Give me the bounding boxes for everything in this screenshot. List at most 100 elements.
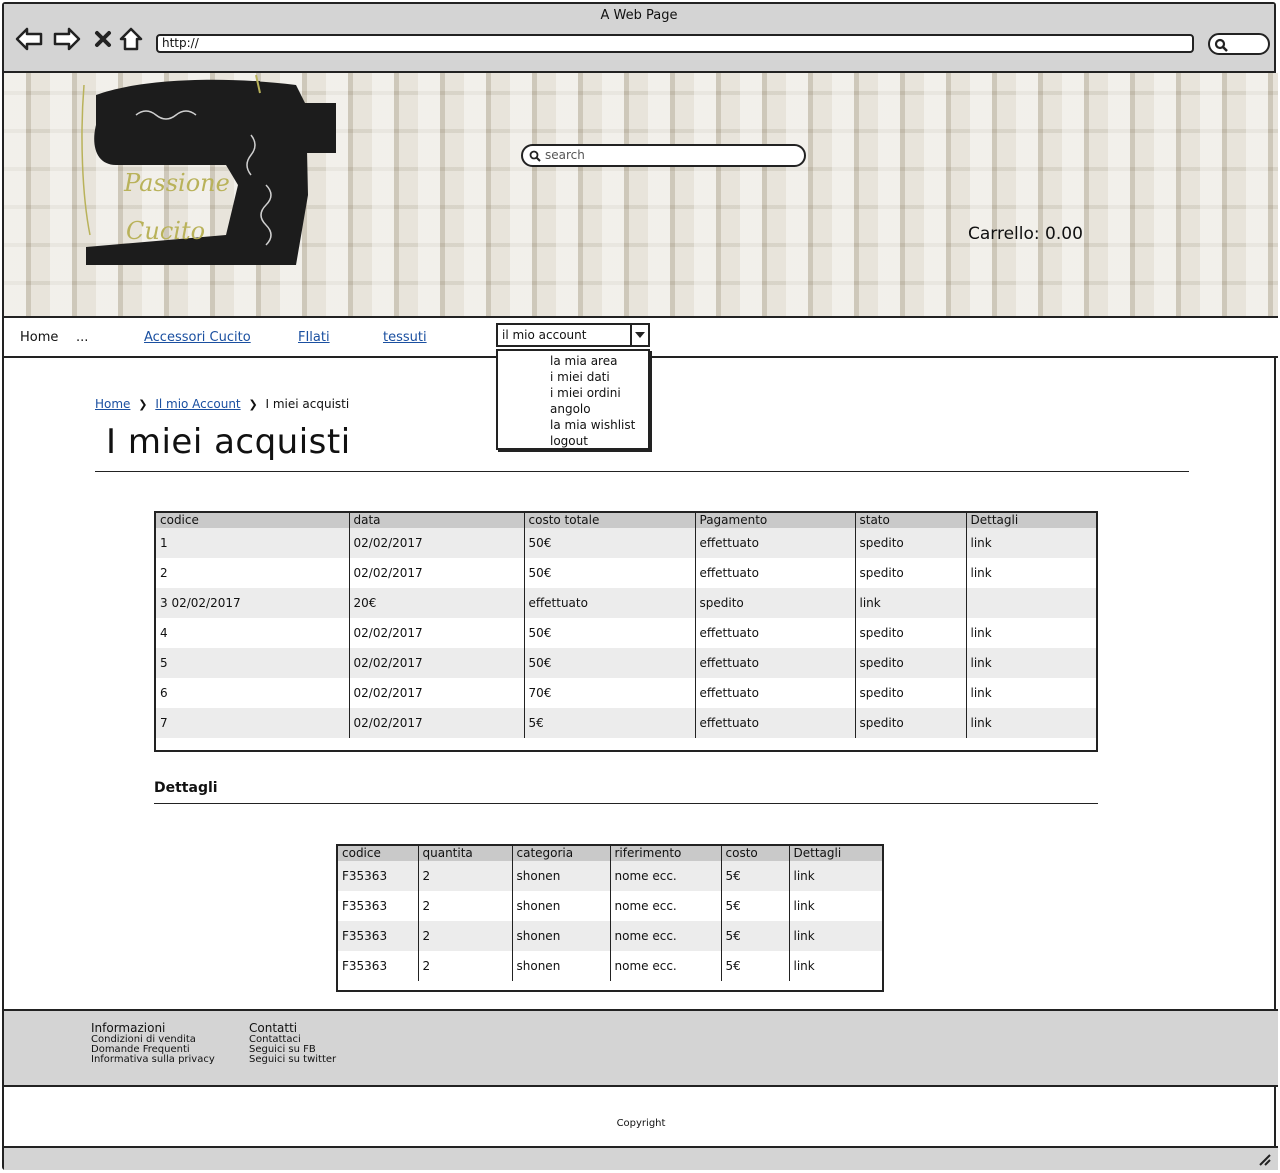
sewing-machine-logo[interactable]: Passione Cucito [76, 74, 346, 273]
table-row[interactable]: 1 02/02/2017 50€ effettuato spedito link [156, 528, 1096, 558]
chevron-down-icon[interactable] [630, 325, 648, 345]
table-cell[interactable]: link [966, 618, 1096, 648]
table-cell[interactable]: link [789, 921, 882, 951]
table-cell[interactable]: link [966, 648, 1096, 678]
close-icon[interactable] [88, 24, 118, 54]
menu-item-logout[interactable]: logout [550, 433, 648, 449]
account-select[interactable]: il mio account [496, 323, 650, 347]
menu-item-i-miei-ordini[interactable]: i miei ordini [550, 385, 648, 401]
menu-item-angolo[interactable]: angolo [550, 401, 648, 417]
table-cell: effettuato [695, 558, 856, 588]
table-cell: 2 [418, 951, 513, 981]
table-cell[interactable]: link [966, 678, 1096, 708]
table-cell: effettuato [524, 588, 696, 618]
table-cell: F35363 [338, 861, 419, 891]
table-cell: spedito [695, 588, 856, 618]
column-header[interactable]: Dettagli [966, 513, 1096, 528]
table-cell: 6 [156, 678, 350, 708]
nav-tessuti[interactable]: tessuti [383, 330, 427, 345]
table-cell: 02/02/2017 [349, 648, 525, 678]
table-cell: 2 [418, 891, 513, 921]
column-header[interactable]: riferimento [610, 846, 722, 861]
table-row[interactable]: 6 02/02/2017 70€ effettuato spedito link [156, 678, 1096, 708]
column-header[interactable]: codice [156, 513, 350, 528]
table-cell: 2 [156, 558, 350, 588]
table-cell: effettuato [695, 618, 856, 648]
title-divider [95, 471, 1189, 472]
cart-total[interactable]: Carrello: 0.00 [968, 224, 1083, 244]
breadcrumb-account[interactable]: Il mio Account [155, 397, 240, 411]
table-row[interactable]: F35363 2 shonen nome ecc. 5€ link [338, 921, 882, 951]
table-cell[interactable]: link [789, 861, 882, 891]
browser-search-input[interactable] [1208, 33, 1270, 55]
table-cell: 50€ [524, 618, 696, 648]
table-row[interactable]: 4 02/02/2017 50€ effettuato spedito link [156, 618, 1096, 648]
menu-item-wishlist[interactable]: la mia wishlist [550, 417, 648, 433]
search-icon [529, 150, 541, 162]
table-cell: 02/02/2017 [349, 618, 525, 648]
column-header[interactable]: Dettagli [789, 846, 882, 861]
menu-item-i-miei-dati[interactable]: i miei dati [550, 369, 648, 385]
nav-filati[interactable]: FIlati [298, 330, 330, 345]
column-header[interactable]: costo totale [524, 513, 696, 528]
table-cell[interactable]: link [789, 891, 882, 921]
table-row[interactable]: 3 02/02/2017 20€ effettuato spedito link [156, 588, 1096, 618]
table-row[interactable]: 5 02/02/2017 50€ effettuato spedito link [156, 648, 1096, 678]
details-divider [154, 803, 1098, 804]
page-title: I miei acquisti [106, 422, 351, 462]
table-row[interactable]: F35363 2 shonen nome ecc. 5€ link [338, 861, 882, 891]
column-header[interactable]: costo [721, 846, 790, 861]
table-cell[interactable]: link [966, 528, 1096, 558]
column-header[interactable]: categoria [512, 846, 611, 861]
header-banner: Passione Cucito search Carrello: 0.00 [4, 73, 1278, 316]
table-row[interactable]: 7 02/02/2017 5€ effettuato spedito link [156, 708, 1096, 738]
table-cell: 5€ [721, 951, 790, 981]
home-icon[interactable] [116, 24, 146, 54]
table-row[interactable]: F35363 2 shonen nome ecc. 5€ link [338, 951, 882, 981]
breadcrumb-home[interactable]: Home [95, 397, 130, 411]
table-cell[interactable]: link [855, 588, 967, 618]
table-cell: shonen [512, 951, 611, 981]
menu-item-la-mia-area[interactable]: la mia area [550, 353, 648, 369]
table-cell: effettuato [695, 528, 856, 558]
table-cell: 02/02/2017 [349, 708, 525, 738]
column-header[interactable]: codice [338, 846, 419, 861]
table-cell: effettuato [695, 648, 856, 678]
table-cell: spedito [855, 708, 967, 738]
table-cell: nome ecc. [610, 861, 722, 891]
browser-statusbar [4, 1146, 1278, 1170]
chevron-right-icon: ❯ [248, 398, 258, 411]
footer-info-title: Informazioni [91, 1021, 166, 1035]
table-cell: shonen [512, 891, 611, 921]
footer-contact-title: Contatti [249, 1021, 298, 1035]
footer-contact-column: Contatti Contattaci Seguici su FB Seguic… [249, 1021, 336, 1065]
table-cell: 5€ [524, 708, 696, 738]
orders-table: codice data costo totale Pagamento stato… [154, 511, 1098, 752]
table-cell: 1 [156, 528, 350, 558]
orders-table-header: codice data costo totale Pagamento stato… [156, 513, 1096, 528]
table-row[interactable]: 2 02/02/2017 50€ effettuato spedito link [156, 558, 1096, 588]
footer-link-twitter[interactable]: Seguici su twitter [249, 1055, 336, 1065]
search-input[interactable]: search [521, 144, 806, 167]
nav-accessori-cucito[interactable]: Accessori Cucito [144, 330, 251, 345]
column-header[interactable]: data [349, 513, 525, 528]
column-header[interactable]: stato [855, 513, 967, 528]
table-cell: spedito [855, 648, 967, 678]
details-table: codice quantita categoria riferimento co… [336, 844, 884, 992]
nav-home[interactable]: Home [20, 330, 58, 345]
table-cell: F35363 [338, 951, 419, 981]
column-header[interactable]: quantita [418, 846, 513, 861]
table-row[interactable]: F35363 2 shonen nome ecc. 5€ link [338, 891, 882, 921]
footer-link-privacy[interactable]: Informativa sulla privacy [91, 1055, 215, 1065]
column-header[interactable]: Pagamento [695, 513, 856, 528]
back-arrow-icon[interactable] [14, 24, 44, 54]
forward-arrow-icon[interactable] [52, 24, 82, 54]
table-cell[interactable]: link [789, 951, 882, 981]
details-section-title: Dettagli [154, 780, 218, 796]
resize-grip-icon[interactable] [1258, 1152, 1272, 1171]
nav-ellipsis[interactable]: ... [76, 330, 88, 345]
logo-text-cucito: Cucito [126, 217, 205, 245]
url-input[interactable]: http:// [156, 34, 1194, 53]
table-cell[interactable]: link [966, 558, 1096, 588]
table-cell[interactable]: link [966, 708, 1096, 738]
